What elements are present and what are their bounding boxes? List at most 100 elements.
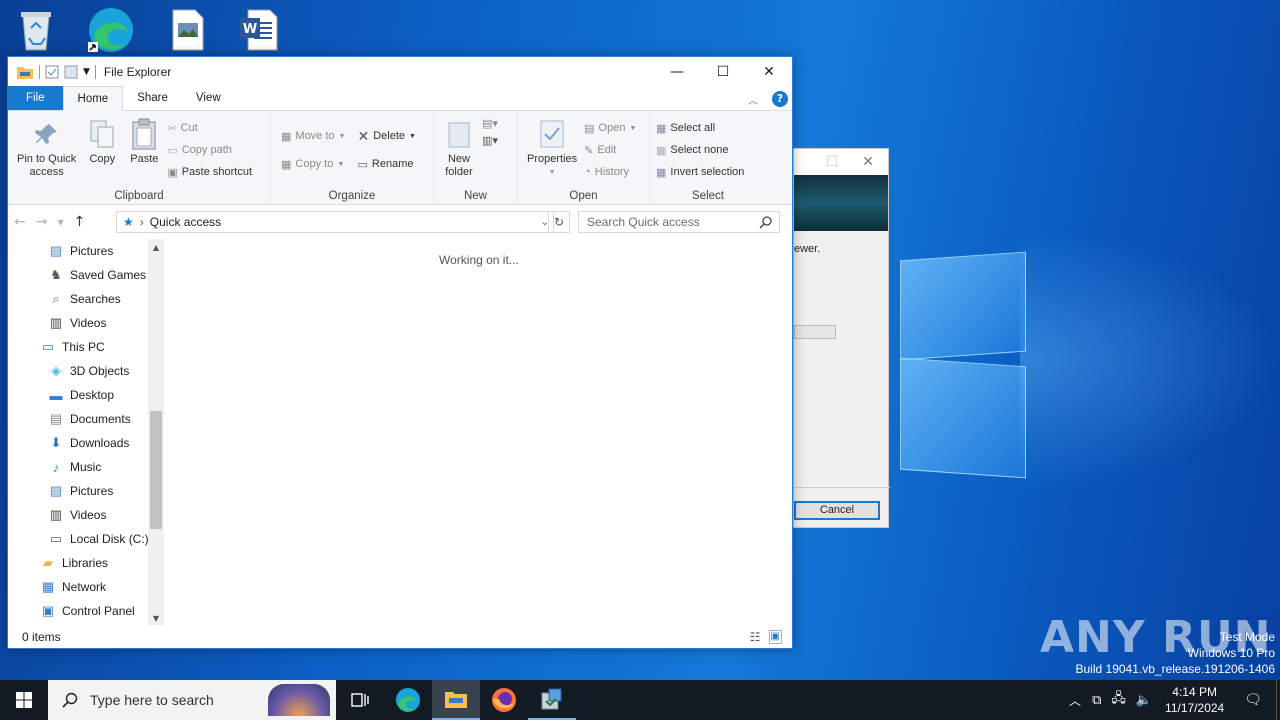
taskbar-search-box[interactable]: Type here to search — [48, 680, 336, 720]
new-item-icon[interactable]: ▤▾ — [482, 117, 498, 130]
notifications-icon[interactable]: 🗨 — [1232, 692, 1276, 708]
volume-icon[interactable]: 🔈 — [1131, 693, 1157, 708]
searches-icon: ⌕ — [52, 291, 60, 306]
nav-item[interactable]: ▭ Local Disk (C:) — [8, 527, 164, 551]
taskbar-installer-app[interactable] — [528, 680, 576, 720]
open-icon: ▤ — [584, 122, 595, 135]
tab-view[interactable]: View — [182, 86, 235, 110]
network-icon[interactable]: 🖧 — [1106, 689, 1131, 711]
forward-button[interactable]: → — [36, 214, 48, 230]
recent-locations-icon[interactable]: ▼ — [57, 218, 63, 227]
group-clipboard: Pin to Quick access Copy Paste ✂ Cut ▭ Cop… — [8, 111, 271, 205]
tab-home[interactable]: Home — [62, 86, 124, 111]
nav-item[interactable]: ▥ Videos — [8, 503, 164, 527]
address-bar[interactable]: ★ › Quick access ⌄ — [116, 211, 554, 233]
clock[interactable]: 4:14 PM 11/17/2024 — [1157, 684, 1232, 716]
nav-item[interactable]: ▦ Network — [8, 575, 164, 599]
properties-qat-icon[interactable] — [45, 65, 59, 79]
nav-item-label: Music — [70, 460, 102, 474]
nav-item[interactable]: ▣ Control Panel — [8, 599, 164, 623]
nav-item-label: Videos — [70, 508, 107, 522]
close-button[interactable]: ✕ — [746, 57, 792, 87]
device-icon[interactable]: ⧉ — [1087, 693, 1106, 708]
qat-dropdown-icon[interactable]: ▼ — [83, 67, 90, 77]
control-panel-icon: ▣ — [41, 603, 55, 618]
task-view-button[interactable] — [336, 680, 384, 720]
nav-item[interactable]: ⬇ Downloads — [8, 431, 164, 455]
invert-selection-button[interactable]: ▦ Invert selection — [656, 161, 744, 183]
desktop-icon: ▬ — [49, 387, 63, 403]
dialog-close-icon[interactable]: ✕ — [862, 154, 874, 170]
dialog-banner — [794, 175, 888, 231]
task-view-icon — [351, 693, 369, 707]
minimize-button[interactable]: — — [654, 57, 700, 87]
group-label-new: New — [463, 190, 487, 202]
nav-item-label: Network — [62, 580, 107, 594]
nav-item[interactable]: ▨ Pictures — [8, 239, 164, 263]
taskbar-firefox[interactable] — [480, 680, 528, 720]
installer-icon — [541, 688, 562, 710]
open-button[interactable]: ▤ Open ▼ — [584, 117, 636, 139]
history-button[interactable]: ◔ History — [584, 161, 636, 183]
scroll-down-icon[interactable]: ▼ — [148, 614, 164, 623]
select-none-button[interactable]: ▦ Select none — [656, 139, 744, 161]
maximize-button[interactable]: ☐ — [700, 57, 746, 87]
image-file-icon[interactable] — [164, 6, 212, 54]
content-area[interactable]: Working on it... — [164, 239, 792, 625]
copy-to-icon: ▦ — [281, 158, 292, 171]
easy-access-icon[interactable]: ▥▾ — [482, 134, 498, 147]
nav-item[interactable]: ▭ This PC — [8, 335, 164, 359]
libraries-icon: ▰ — [43, 555, 53, 570]
nav-item[interactable]: ♪ Music — [8, 455, 164, 479]
nav-item[interactable]: ◈ 3D Objects — [8, 359, 164, 383]
show-desktop-button[interactable] — [1276, 680, 1280, 720]
dialog-cancel-button[interactable]: Cancel — [794, 501, 880, 520]
quick-access-toolbar: ▼ — [8, 64, 96, 80]
recycle-bin-icon[interactable] — [12, 6, 60, 54]
rename-button[interactable]: ▭ Rename — [357, 153, 415, 175]
nav-item[interactable]: ♞ Saved Games — [8, 263, 164, 287]
show-hidden-icons-icon[interactable]: ︿ — [1063, 692, 1087, 709]
nav-item[interactable]: ▨ Pictures — [8, 479, 164, 503]
start-button[interactable] — [0, 680, 48, 720]
breadcrumb[interactable]: Quick access — [150, 215, 221, 229]
nav-item[interactable]: ▬ Desktop — [8, 383, 164, 407]
search-input[interactable]: Search Quick access — [578, 211, 780, 233]
up-button[interactable]: ↑ — [74, 214, 86, 230]
dialog-maximize-icon[interactable]: ☐ — [826, 154, 839, 170]
network-icon: ▦ — [41, 579, 55, 594]
cut-button[interactable]: ✂ Cut — [167, 117, 252, 139]
move-to-button[interactable]: ▦ Move to ▼ — [281, 125, 345, 147]
new-folder-qat-icon[interactable] — [64, 65, 78, 79]
nav-item-label: Local Disk (C:) — [70, 532, 149, 546]
group-label-open: Open — [569, 190, 598, 202]
scroll-up-icon[interactable]: ▲ — [148, 243, 164, 252]
word-document-icon[interactable]: W — [234, 6, 282, 54]
windows-start-icon — [16, 692, 32, 708]
nav-item[interactable]: ▤ Documents — [8, 407, 164, 431]
tab-file[interactable]: File — [8, 86, 63, 110]
delete-x-icon: ✕ — [357, 127, 370, 144]
invert-selection-icon: ▦ — [656, 166, 667, 179]
copy-path-button[interactable]: ▭ Copy path — [167, 139, 252, 161]
nav-item[interactable]: ▰ Libraries — [8, 551, 164, 575]
help-icon[interactable]: ? — [772, 91, 788, 107]
nav-scroll-thumb[interactable] — [150, 411, 162, 529]
large-icons-view-icon[interactable]: ▣ — [768, 630, 782, 644]
nav-item[interactable]: ▥ Videos — [8, 311, 164, 335]
collapse-ribbon-icon[interactable]: ︿ — [748, 92, 758, 107]
tab-share[interactable]: Share — [123, 86, 182, 110]
nav-item[interactable]: ⌕ Searches — [8, 287, 164, 311]
edit-button[interactable]: ✎ Edit — [584, 139, 636, 161]
delete-button[interactable]: ✕ Delete ▼ — [357, 125, 415, 147]
copy-to-button[interactable]: ▦ Copy to ▼ — [281, 153, 345, 175]
explorer-folder-icon — [17, 67, 33, 79]
refresh-button[interactable]: ↻ — [548, 211, 570, 233]
paste-shortcut-button[interactable]: ▣ Paste shortcut — [167, 161, 252, 183]
taskbar-file-explorer[interactable] — [432, 680, 480, 720]
back-button[interactable]: ← — [14, 214, 26, 230]
taskbar-edge[interactable] — [384, 680, 432, 720]
details-view-icon[interactable]: ☷ — [750, 630, 761, 644]
select-all-button[interactable]: ▦ Select all — [656, 117, 744, 139]
edge-shortcut-icon[interactable] — [86, 6, 134, 54]
